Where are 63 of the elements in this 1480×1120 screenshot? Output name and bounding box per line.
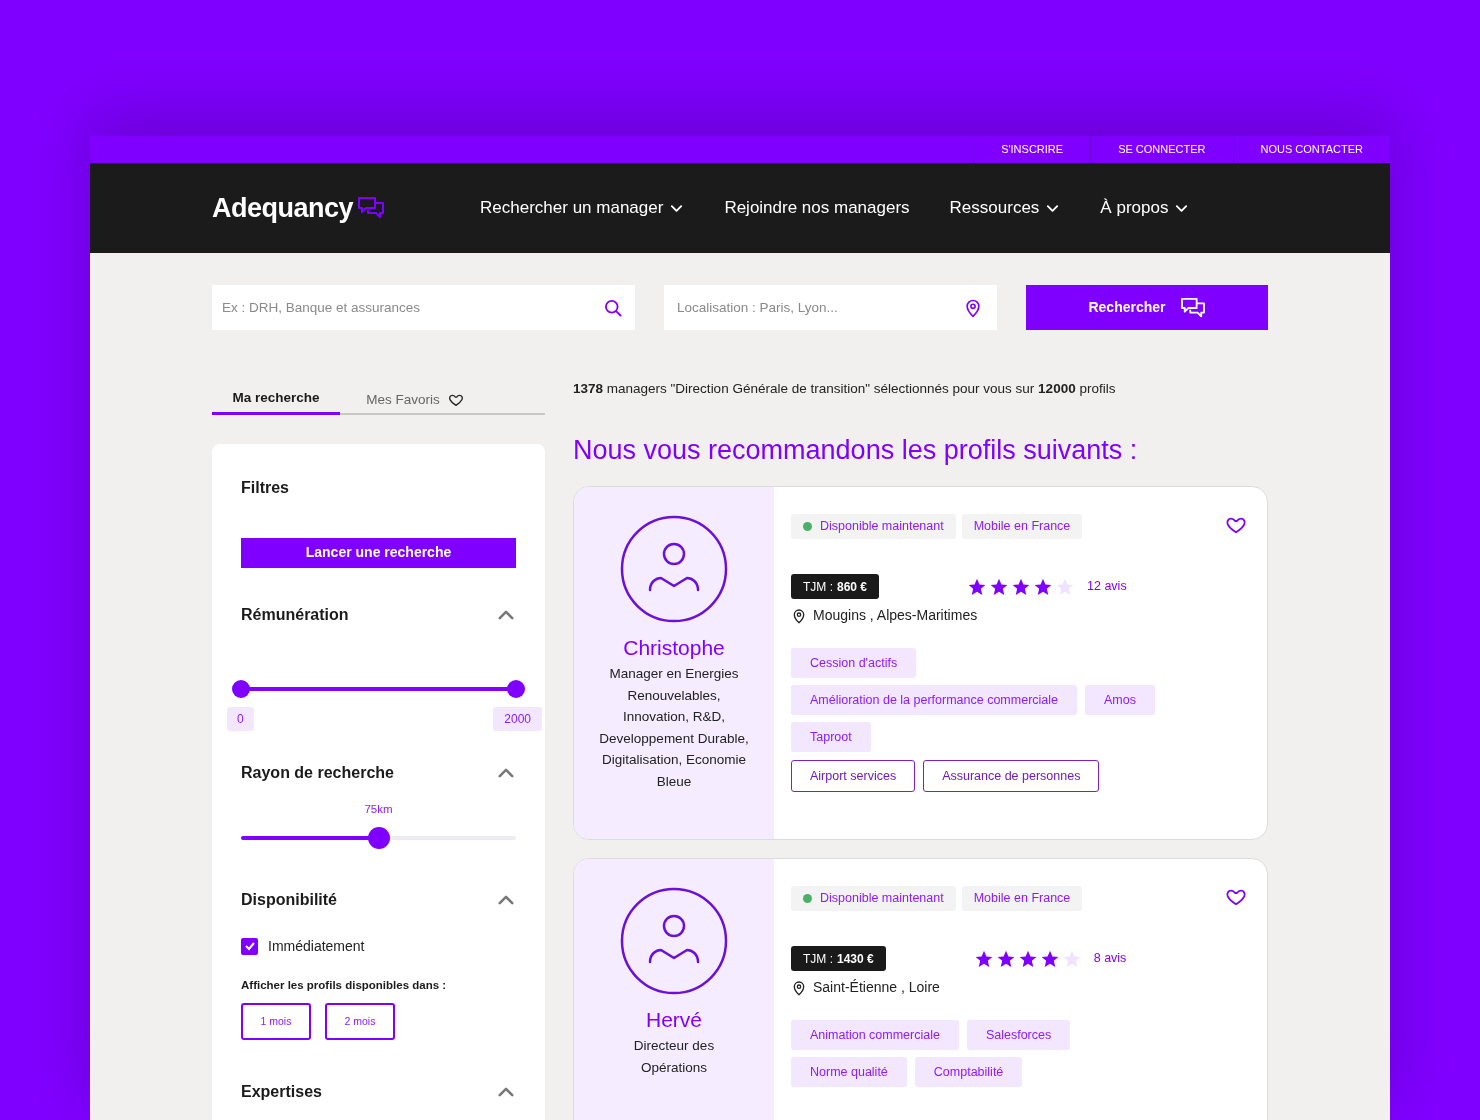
checkbox[interactable]: [241, 937, 258, 955]
expertise-tag: Taproot: [791, 722, 871, 753]
nav-link[interactable]: À propos: [1100, 195, 1190, 221]
recommendations-heading: Nous vous recommandons les profils suivants :: [573, 434, 1139, 468]
availability-label: Disponible maintenant: [820, 890, 944, 908]
location-pin-icon: [791, 979, 807, 996]
expertise-tag: Assurance de personnes: [923, 760, 1100, 793]
logo-text[interactable]: Adequancy: [212, 187, 354, 229]
month-option[interactable]: 2 mois: [325, 1003, 395, 1040]
user-avatar-icon: [620, 887, 728, 996]
nav-link[interactable]: Rejoindre nos managers: [724, 195, 910, 221]
min-value: 0: [227, 706, 254, 731]
chat-bubbles-icon: [1179, 296, 1206, 319]
section-title: Rémunération: [241, 604, 349, 625]
user-avatar-icon: [620, 515, 728, 624]
availability-label: Disponible maintenant: [820, 518, 944, 536]
slider-thumb[interactable]: [507, 679, 525, 698]
checkbox-label: Immédiatement: [268, 936, 365, 956]
slider-thumb[interactable]: [232, 679, 250, 698]
tab[interactable]: Mes Favoris: [340, 385, 490, 415]
checkmark-icon: [243, 940, 256, 953]
manager-name: Hervé: [646, 1007, 702, 1034]
search-button[interactable]: Rechercher: [1026, 285, 1268, 330]
filters-title: Filtres: [241, 478, 290, 498]
expertise-tag: Salesforces: [966, 1020, 1071, 1051]
location-pin-icon: [791, 607, 807, 624]
expertise-tag: Norme qualité: [791, 1057, 907, 1088]
expertise-tag: Animation commerciale: [791, 1020, 959, 1051]
radius-value: 75km: [364, 801, 393, 817]
keyword-search-field[interactable]: Ex : DRH, Banque et assurances: [212, 285, 635, 330]
location-search-field[interactable]: Localisation : Paris, Lyon...: [664, 285, 997, 330]
expertise-tag: Amélioration de la performance commerciale: [791, 685, 1078, 716]
month-option[interactable]: 1 mois: [241, 1003, 311, 1040]
max-value: 2000: [493, 706, 542, 731]
expertise-tag: Amos: [1085, 685, 1155, 716]
location-pin-icon: [963, 297, 983, 318]
manager-title: Directeur des Opérations: [632, 1037, 716, 1077]
months-label: Afficher les profils disponibles dans :: [241, 977, 448, 993]
mobility-badge: Mobile en France: [961, 514, 1083, 540]
expertise-tag: Comptabilité: [914, 1057, 1023, 1088]
slider-thumb[interactable]: [367, 826, 390, 849]
location-text: Mougins , Alpes-Maritimes: [813, 606, 978, 626]
mobility-badge: Mobile en France: [961, 886, 1083, 912]
section-title: Rayon de recherche: [241, 762, 394, 783]
manager-title: Manager en Energies Renouvelables, Innovation, R&D, Developpement Durable, Digitalisation, Economie Bleue: [599, 665, 749, 791]
results-summary: 1378 managers "Direction Générale de transition" sélectionnés pour vous sur 12000 profils: [573, 380, 1117, 398]
review-count[interactable]: 8 avis: [1093, 949, 1127, 969]
daily-rate-badge: TJM : 1430 €: [791, 946, 886, 972]
review-count[interactable]: 12 avis: [1087, 577, 1127, 597]
nav-link[interactable]: Ressources: [949, 195, 1061, 221]
tab[interactable]: Ma recherche: [212, 385, 340, 415]
heart-icon[interactable]: [447, 392, 464, 408]
expertise-tag: Airport services: [791, 760, 916, 793]
launch-search-button[interactable]: Lancer une recherche: [241, 538, 516, 568]
nav-link[interactable]: Rechercher un manager: [480, 195, 685, 221]
section-title: Disponibilité: [241, 889, 337, 910]
daily-rate-badge: TJM : 860 €: [791, 574, 880, 600]
manager-name: Christophe: [623, 635, 725, 662]
section-title: Expertises: [241, 1082, 322, 1102]
expertise-tag: Cession d'actifs: [791, 648, 917, 679]
search-icon[interactable]: [603, 297, 623, 318]
location-text: Saint-Étienne , Loire: [813, 978, 940, 998]
chat-bubbles-icon: [357, 195, 386, 221]
